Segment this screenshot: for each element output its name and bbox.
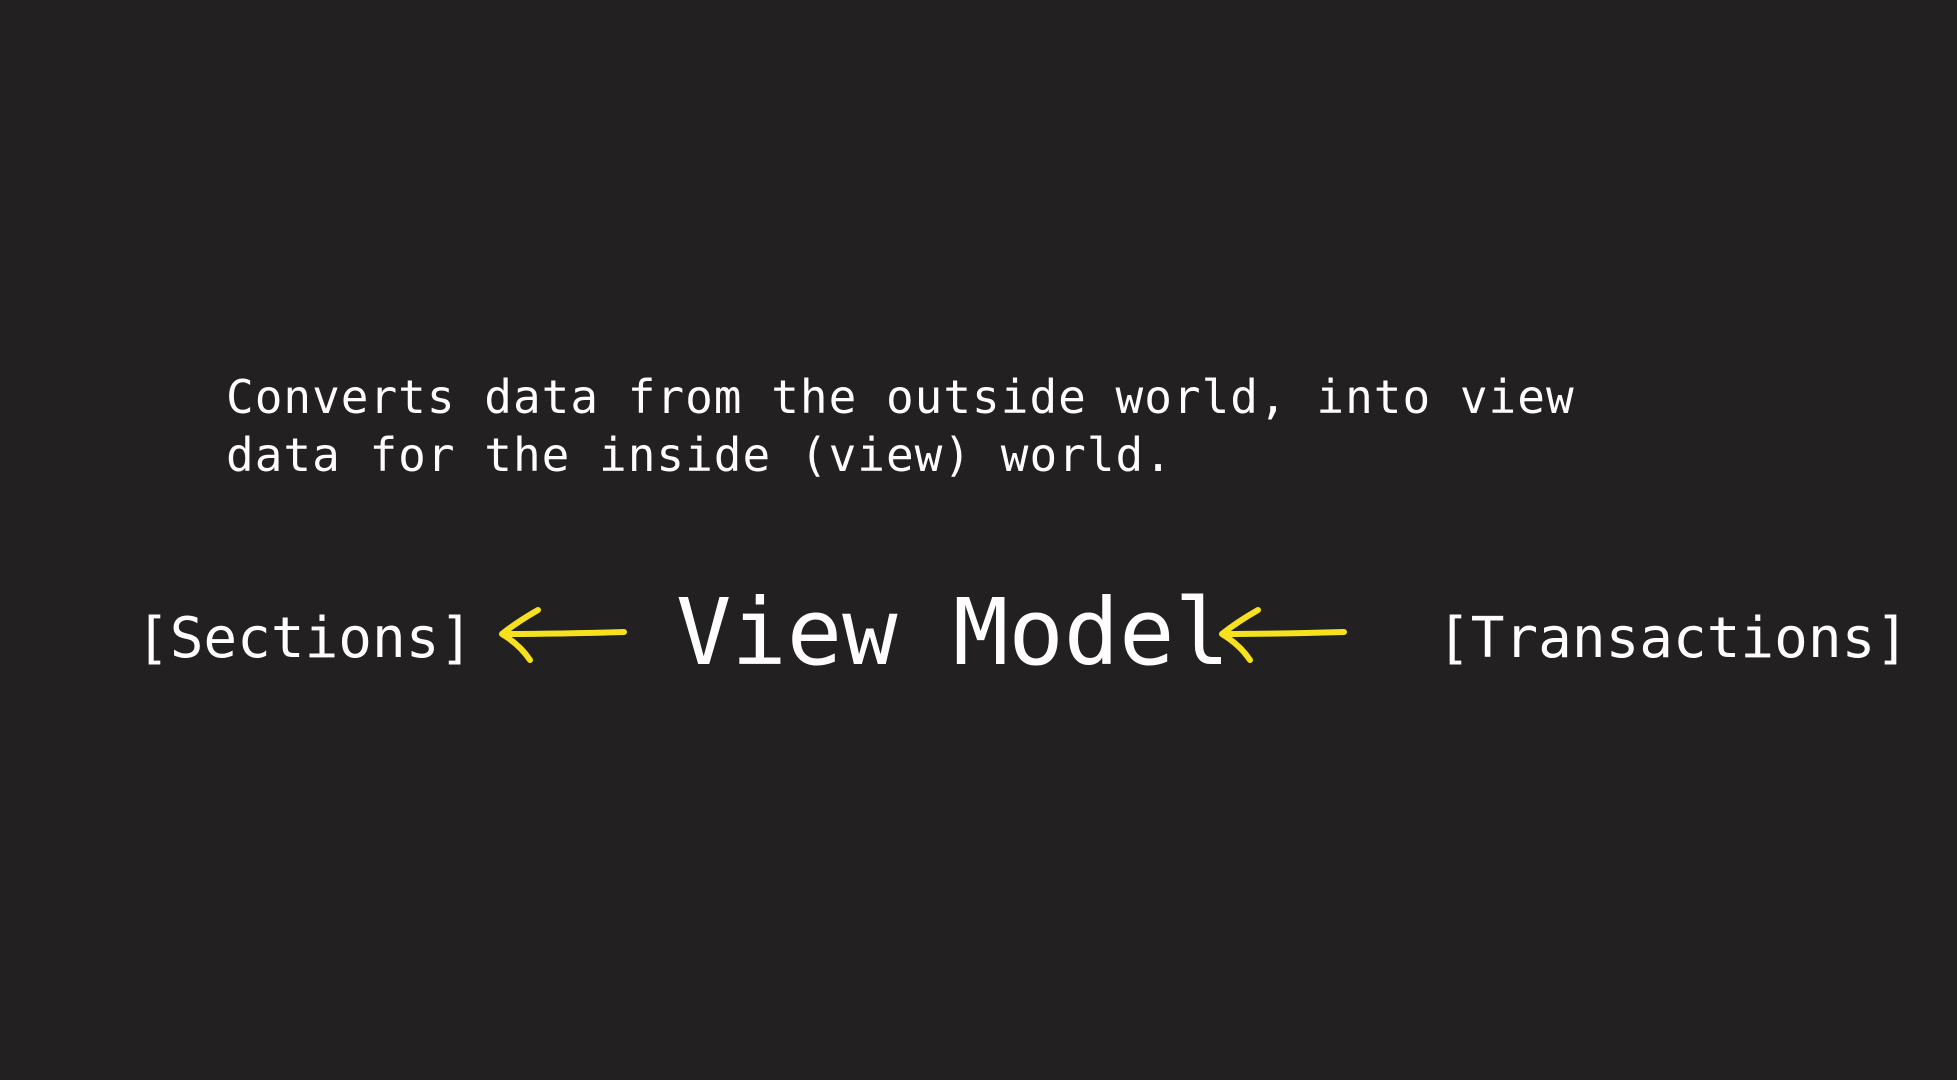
sections-label: [Sections] — [136, 606, 474, 671]
view-model-title: View Model — [676, 579, 1230, 686]
description-line-1: Converts data from the outside world, in… — [226, 370, 1575, 424]
data-flow-diagram: [Sections] View Model [Transactions] — [0, 560, 1957, 710]
right-arrow-icon — [1210, 604, 1350, 674]
description-text: Converts data from the outside world, in… — [226, 368, 1575, 484]
transactions-label: [Transactions] — [1437, 606, 1910, 671]
description-line-2: data for the inside (view) world. — [226, 428, 1173, 482]
left-arrow-icon — [490, 604, 630, 674]
